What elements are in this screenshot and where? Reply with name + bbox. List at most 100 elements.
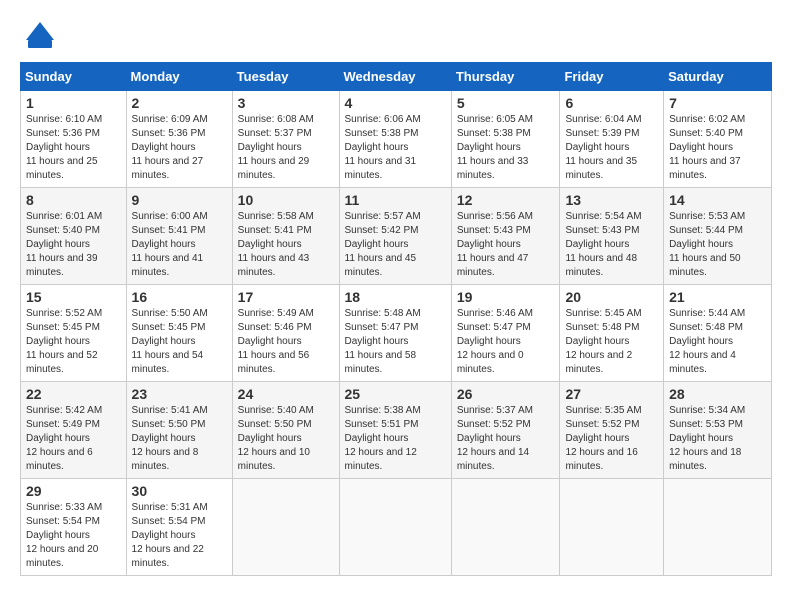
calendar-cell: 10 Sunrise: 5:58 AM Sunset: 5:41 PM Dayl… xyxy=(232,188,339,285)
calendar-cell: 4 Sunrise: 6:06 AM Sunset: 5:38 PM Dayli… xyxy=(339,91,451,188)
calendar-cell: 12 Sunrise: 5:56 AM Sunset: 5:43 PM Dayl… xyxy=(451,188,560,285)
day-info: Sunrise: 5:31 AM Sunset: 5:54 PM Dayligh… xyxy=(132,501,227,571)
calendar-cell: 3 Sunrise: 6:08 AM Sunset: 5:37 PM Dayli… xyxy=(232,91,339,188)
day-number: 25 xyxy=(345,386,446,402)
day-info: Sunrise: 5:41 AM Sunset: 5:50 PM Dayligh… xyxy=(132,404,227,474)
calendar-cell: 1 Sunrise: 6:10 AM Sunset: 5:36 PM Dayli… xyxy=(21,91,127,188)
calendar-cell: 16 Sunrise: 5:50 AM Sunset: 5:45 PM Dayl… xyxy=(126,285,232,382)
col-header-monday: Monday xyxy=(126,63,232,91)
day-info: Sunrise: 5:35 AM Sunset: 5:52 PM Dayligh… xyxy=(565,404,658,474)
day-info: Sunrise: 6:09 AM Sunset: 5:36 PM Dayligh… xyxy=(132,113,227,183)
day-info: Sunrise: 6:00 AM Sunset: 5:41 PM Dayligh… xyxy=(132,210,227,280)
day-number: 9 xyxy=(132,192,227,208)
day-number: 5 xyxy=(457,95,555,111)
day-number: 19 xyxy=(457,289,555,305)
calendar-body: 1 Sunrise: 6:10 AM Sunset: 5:36 PM Dayli… xyxy=(21,91,772,576)
calendar-cell: 13 Sunrise: 5:54 AM Sunset: 5:43 PM Dayl… xyxy=(560,188,664,285)
day-number: 17 xyxy=(238,289,334,305)
day-info: Sunrise: 6:05 AM Sunset: 5:38 PM Dayligh… xyxy=(457,113,555,183)
day-number: 12 xyxy=(457,192,555,208)
day-number: 23 xyxy=(132,386,227,402)
day-info: Sunrise: 5:58 AM Sunset: 5:41 PM Dayligh… xyxy=(238,210,334,280)
calendar-cell xyxy=(560,479,664,576)
col-header-tuesday: Tuesday xyxy=(232,63,339,91)
day-info: Sunrise: 5:33 AM Sunset: 5:54 PM Dayligh… xyxy=(26,501,121,571)
day-info: Sunrise: 5:50 AM Sunset: 5:45 PM Dayligh… xyxy=(132,307,227,377)
day-info: Sunrise: 5:57 AM Sunset: 5:42 PM Dayligh… xyxy=(345,210,446,280)
calendar-cell: 17 Sunrise: 5:49 AM Sunset: 5:46 PM Dayl… xyxy=(232,285,339,382)
day-number: 3 xyxy=(238,95,334,111)
calendar-cell: 11 Sunrise: 5:57 AM Sunset: 5:42 PM Dayl… xyxy=(339,188,451,285)
col-header-thursday: Thursday xyxy=(451,63,560,91)
calendar-cell: 24 Sunrise: 5:40 AM Sunset: 5:50 PM Dayl… xyxy=(232,382,339,479)
col-header-friday: Friday xyxy=(560,63,664,91)
calendar-cell: 28 Sunrise: 5:34 AM Sunset: 5:53 PM Dayl… xyxy=(664,382,772,479)
day-number: 27 xyxy=(565,386,658,402)
logo xyxy=(20,20,56,52)
day-number: 2 xyxy=(132,95,227,111)
calendar-cell: 25 Sunrise: 5:38 AM Sunset: 5:51 PM Dayl… xyxy=(339,382,451,479)
calendar-cell: 22 Sunrise: 5:42 AM Sunset: 5:49 PM Dayl… xyxy=(21,382,127,479)
calendar-cell: 9 Sunrise: 6:00 AM Sunset: 5:41 PM Dayli… xyxy=(126,188,232,285)
day-number: 20 xyxy=(565,289,658,305)
day-number: 11 xyxy=(345,192,446,208)
day-info: Sunrise: 5:53 AM Sunset: 5:44 PM Dayligh… xyxy=(669,210,766,280)
calendar-cell: 30 Sunrise: 5:31 AM Sunset: 5:54 PM Dayl… xyxy=(126,479,232,576)
day-info: Sunrise: 5:45 AM Sunset: 5:48 PM Dayligh… xyxy=(565,307,658,377)
calendar-cell: 29 Sunrise: 5:33 AM Sunset: 5:54 PM Dayl… xyxy=(21,479,127,576)
calendar-cell xyxy=(664,479,772,576)
calendar-cell: 5 Sunrise: 6:05 AM Sunset: 5:38 PM Dayli… xyxy=(451,91,560,188)
calendar-header-row: SundayMondayTuesdayWednesdayThursdayFrid… xyxy=(21,63,772,91)
col-header-saturday: Saturday xyxy=(664,63,772,91)
day-number: 8 xyxy=(26,192,121,208)
day-info: Sunrise: 6:08 AM Sunset: 5:37 PM Dayligh… xyxy=(238,113,334,183)
day-info: Sunrise: 5:38 AM Sunset: 5:51 PM Dayligh… xyxy=(345,404,446,474)
day-info: Sunrise: 5:49 AM Sunset: 5:46 PM Dayligh… xyxy=(238,307,334,377)
calendar-cell xyxy=(232,479,339,576)
calendar-cell: 20 Sunrise: 5:45 AM Sunset: 5:48 PM Dayl… xyxy=(560,285,664,382)
day-info: Sunrise: 6:06 AM Sunset: 5:38 PM Dayligh… xyxy=(345,113,446,183)
day-number: 4 xyxy=(345,95,446,111)
day-info: Sunrise: 5:54 AM Sunset: 5:43 PM Dayligh… xyxy=(565,210,658,280)
calendar-cell: 15 Sunrise: 5:52 AM Sunset: 5:45 PM Dayl… xyxy=(21,285,127,382)
calendar-cell xyxy=(451,479,560,576)
day-info: Sunrise: 6:02 AM Sunset: 5:40 PM Dayligh… xyxy=(669,113,766,183)
day-number: 13 xyxy=(565,192,658,208)
day-info: Sunrise: 5:40 AM Sunset: 5:50 PM Dayligh… xyxy=(238,404,334,474)
day-info: Sunrise: 5:44 AM Sunset: 5:48 PM Dayligh… xyxy=(669,307,766,377)
day-number: 24 xyxy=(238,386,334,402)
day-info: Sunrise: 5:37 AM Sunset: 5:52 PM Dayligh… xyxy=(457,404,555,474)
calendar-week-3: 15 Sunrise: 5:52 AM Sunset: 5:45 PM Dayl… xyxy=(21,285,772,382)
day-number: 26 xyxy=(457,386,555,402)
day-number: 7 xyxy=(669,95,766,111)
day-number: 16 xyxy=(132,289,227,305)
calendar-cell: 19 Sunrise: 5:46 AM Sunset: 5:47 PM Dayl… xyxy=(451,285,560,382)
calendar-cell xyxy=(339,479,451,576)
day-number: 18 xyxy=(345,289,446,305)
calendar-week-1: 1 Sunrise: 6:10 AM Sunset: 5:36 PM Dayli… xyxy=(21,91,772,188)
day-number: 30 xyxy=(132,483,227,499)
day-number: 22 xyxy=(26,386,121,402)
calendar-cell: 8 Sunrise: 6:01 AM Sunset: 5:40 PM Dayli… xyxy=(21,188,127,285)
col-header-sunday: Sunday xyxy=(21,63,127,91)
day-number: 28 xyxy=(669,386,766,402)
day-number: 15 xyxy=(26,289,121,305)
calendar-cell: 6 Sunrise: 6:04 AM Sunset: 5:39 PM Dayli… xyxy=(560,91,664,188)
logo-icon xyxy=(24,20,56,52)
calendar-cell: 26 Sunrise: 5:37 AM Sunset: 5:52 PM Dayl… xyxy=(451,382,560,479)
calendar-cell: 23 Sunrise: 5:41 AM Sunset: 5:50 PM Dayl… xyxy=(126,382,232,479)
calendar-table: SundayMondayTuesdayWednesdayThursdayFrid… xyxy=(20,62,772,576)
day-number: 1 xyxy=(26,95,121,111)
day-info: Sunrise: 5:42 AM Sunset: 5:49 PM Dayligh… xyxy=(26,404,121,474)
day-info: Sunrise: 5:46 AM Sunset: 5:47 PM Dayligh… xyxy=(457,307,555,377)
calendar-cell: 14 Sunrise: 5:53 AM Sunset: 5:44 PM Dayl… xyxy=(664,188,772,285)
day-number: 14 xyxy=(669,192,766,208)
header xyxy=(20,20,772,52)
calendar-cell: 2 Sunrise: 6:09 AM Sunset: 5:36 PM Dayli… xyxy=(126,91,232,188)
calendar-week-5: 29 Sunrise: 5:33 AM Sunset: 5:54 PM Dayl… xyxy=(21,479,772,576)
calendar-cell: 21 Sunrise: 5:44 AM Sunset: 5:48 PM Dayl… xyxy=(664,285,772,382)
day-number: 10 xyxy=(238,192,334,208)
col-header-wednesday: Wednesday xyxy=(339,63,451,91)
day-info: Sunrise: 5:56 AM Sunset: 5:43 PM Dayligh… xyxy=(457,210,555,280)
day-number: 6 xyxy=(565,95,658,111)
